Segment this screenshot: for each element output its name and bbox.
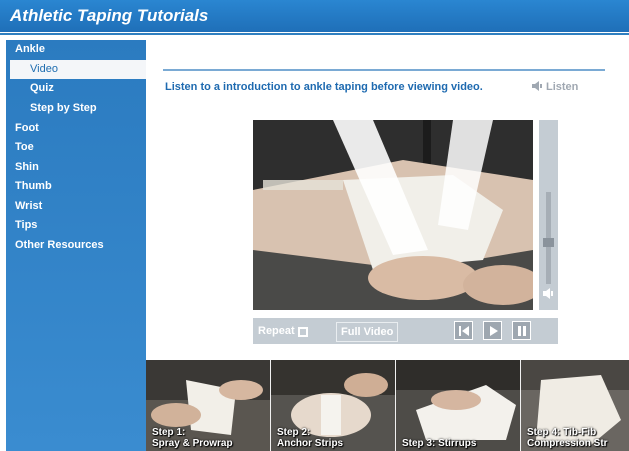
repeat-toggle[interactable]: Repeat: [258, 322, 308, 340]
sidebar-item-quiz[interactable]: Quiz: [6, 79, 146, 98]
sidebar-item-shin[interactable]: Shin: [6, 158, 146, 177]
step-2-line-2: Anchor Strips: [277, 438, 344, 449]
step-2-thumbnail[interactable]: Step 2: Anchor Strips: [271, 360, 395, 451]
step-1-thumbnail[interactable]: Step 1: Spray & Prowrap: [146, 360, 270, 451]
step-1-line-1: Step 1:: [152, 427, 186, 438]
title-divider: [0, 33, 629, 35]
sidebar-item-label: Toe: [15, 141, 34, 153]
intro-text: Listen to a introduction to ankle taping…: [165, 81, 483, 93]
sidebar-item-thumb[interactable]: Thumb: [6, 177, 146, 196]
step-3-thumbnail[interactable]: Step 3: Stirrups: [396, 360, 520, 451]
sidebar-item-other-resources[interactable]: Other Resources: [6, 236, 146, 255]
sidebar-item-foot[interactable]: Foot: [6, 119, 146, 138]
sidebar-item-step-by-step[interactable]: Step by Step: [6, 99, 146, 118]
speaker-icon: [532, 81, 542, 91]
content-divider: [163, 69, 605, 71]
sidebar-item-label: Ankle: [15, 43, 45, 55]
listen-button[interactable]: Listen: [532, 81, 578, 93]
sidebar-item-wrist[interactable]: Wrist: [6, 197, 146, 216]
step-2-line-1: Step 2:: [277, 427, 311, 438]
sidebar-item-ankle[interactable]: Ankle: [6, 40, 146, 59]
video-image: [253, 120, 533, 310]
sidebar-item-label: Foot: [15, 122, 39, 134]
volume-knob[interactable]: [543, 237, 554, 247]
step-3-caption: Step 3: Stirrups: [402, 438, 476, 449]
step-1-caption: Step 1: Spray & Prowrap: [152, 427, 233, 449]
repeat-checkbox[interactable]: [297, 327, 308, 337]
step-3-line-2: Step 3: Stirrups: [402, 438, 477, 449]
previous-button[interactable]: [454, 321, 473, 340]
step-thumbnail-strip: Step 1: Spray & Prowrap Step 2: Anchor S…: [146, 360, 629, 451]
full-video-button[interactable]: Full Video: [336, 322, 399, 342]
step-4-line-2: Compression Str: [527, 438, 608, 449]
repeat-label: Repeat: [258, 325, 295, 337]
app-title: Athletic Taping Tutorials: [10, 6, 209, 25]
volume-slider[interactable]: [539, 120, 558, 310]
full-video-label: Full Video: [341, 326, 394, 338]
sidebar-item-label: Video: [30, 63, 58, 75]
sidebar-item-label: Thumb: [15, 180, 52, 192]
title-bar: Athletic Taping Tutorials: [0, 0, 629, 32]
sidebar-item-label: Step by Step: [30, 102, 97, 114]
play-icon: [490, 326, 498, 336]
step-4-caption: Step 4: Tib-Fib Compression Str: [527, 427, 608, 449]
volume-icon: [543, 288, 553, 299]
step-4-thumbnail[interactable]: Step 4: Tib-Fib Compression Str: [521, 360, 629, 451]
step-4-line-1: Step 4: Tib-Fib: [527, 427, 597, 438]
sidebar-item-label: Shin: [15, 161, 39, 173]
player-controls: Repeat Full Video: [253, 318, 558, 344]
skip-back-icon: [459, 326, 469, 336]
play-button[interactable]: [483, 321, 502, 340]
sidebar-item-tips[interactable]: Tips: [6, 216, 146, 235]
sidebar-item-label: Wrist: [15, 200, 43, 212]
pause-button[interactable]: [512, 321, 531, 340]
step-2-caption: Step 2: Anchor Strips: [277, 427, 343, 449]
sidebar-item-label: Other Resources: [15, 239, 104, 251]
video-frame[interactable]: [253, 120, 533, 310]
pause-icon: [518, 326, 526, 336]
listen-label: Listen: [546, 81, 579, 93]
sidebar-item-toe[interactable]: Toe: [6, 138, 146, 157]
sidebar: Ankle Video Quiz Step by Step Foot Toe S…: [6, 40, 146, 451]
step-1-line-2: Spray & Prowrap: [152, 438, 233, 449]
sidebar-item-label: Tips: [15, 219, 38, 231]
sidebar-item-video[interactable]: Video: [10, 60, 146, 79]
sidebar-item-label: Quiz: [30, 82, 54, 94]
